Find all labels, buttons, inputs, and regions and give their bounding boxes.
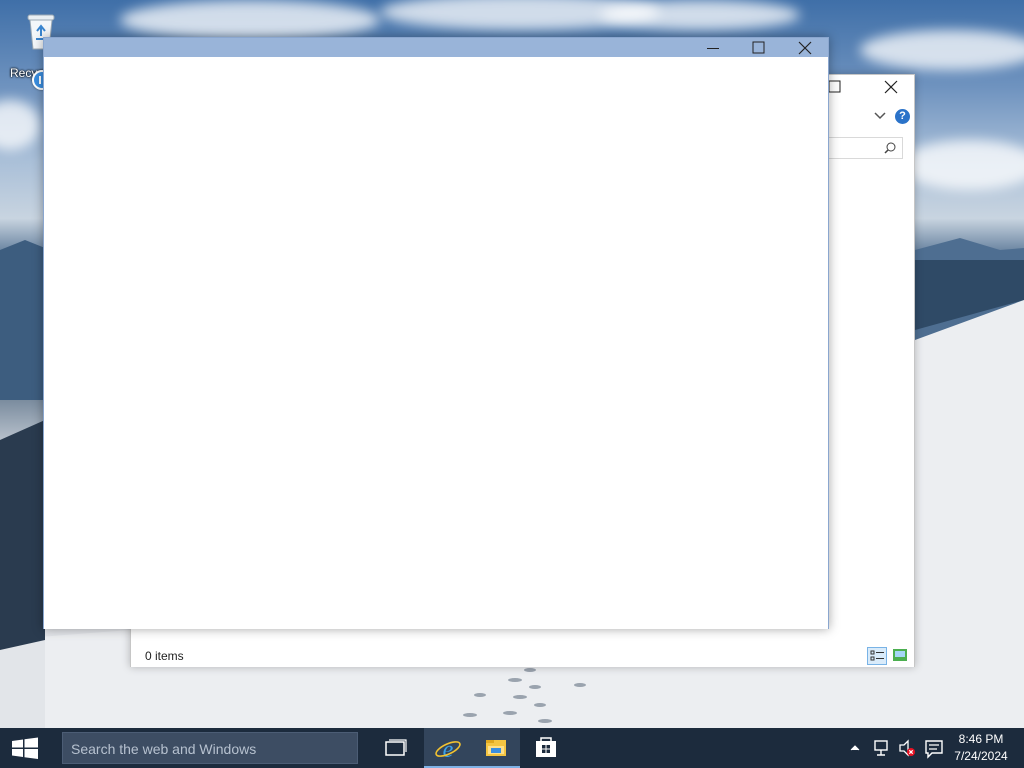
clock[interactable]: 8:46 PM 7/24/2024 xyxy=(948,731,1014,765)
chevron-up-icon xyxy=(850,745,860,751)
maximize-icon xyxy=(752,41,765,54)
footprints xyxy=(463,668,586,723)
action-center-icon xyxy=(925,740,943,759)
search-icon xyxy=(884,142,896,154)
help-icon[interactable]: ? xyxy=(895,109,910,124)
minimize-icon xyxy=(707,48,719,49)
search-placeholder: Search the web and Windows xyxy=(71,741,257,757)
chevron-down-icon[interactable] xyxy=(873,109,887,123)
explorer-close-button[interactable] xyxy=(869,75,913,99)
large-icons-view-button[interactable] xyxy=(893,649,907,661)
cloud xyxy=(120,0,380,40)
clock-time: 8:46 PM xyxy=(958,732,1004,746)
volume-button[interactable] xyxy=(896,728,920,768)
details-view-button[interactable] xyxy=(867,647,887,665)
cloud xyxy=(0,100,40,150)
cloud xyxy=(860,30,1024,70)
internet-explorer-button[interactable]: e xyxy=(424,728,472,768)
start-button[interactable] xyxy=(0,728,50,768)
close-icon xyxy=(884,80,898,94)
blank-application-window[interactable] xyxy=(43,37,829,629)
store-button[interactable] xyxy=(522,728,570,768)
taskbar: Search the web and Windows e 8:46 PM 7/2… xyxy=(0,728,1024,768)
internet-explorer-icon: e xyxy=(435,737,461,763)
task-view-button[interactable] xyxy=(372,728,420,768)
clock-date: 7/24/2024 xyxy=(954,749,1008,763)
window-content-area[interactable] xyxy=(44,57,828,629)
file-explorer-icon xyxy=(486,740,506,756)
task-view-icon xyxy=(385,739,407,756)
minimize-button[interactable] xyxy=(690,38,736,57)
explorer-status-bar: 0 items xyxy=(131,645,914,667)
network-button[interactable] xyxy=(870,728,894,768)
maximize-button[interactable] xyxy=(736,38,782,57)
large-icons-view-icon xyxy=(893,649,907,661)
item-count: 0 items xyxy=(145,649,184,663)
window-titlebar[interactable] xyxy=(44,38,828,57)
cloud xyxy=(600,0,800,30)
taskbar-search-input[interactable]: Search the web and Windows xyxy=(62,732,358,764)
network-icon xyxy=(874,740,888,756)
close-icon xyxy=(798,41,812,55)
store-icon xyxy=(536,737,556,757)
action-center-button[interactable] xyxy=(922,728,946,768)
windows-logo-icon xyxy=(12,737,38,759)
close-button[interactable] xyxy=(782,38,828,57)
details-view-icon xyxy=(870,650,884,661)
explorer-search-input[interactable] xyxy=(821,137,903,159)
show-hidden-icons-button[interactable] xyxy=(846,728,864,768)
file-explorer-button[interactable] xyxy=(472,728,520,768)
cloud xyxy=(900,140,1024,190)
volume-muted-icon xyxy=(899,739,915,757)
svg-text:e: e xyxy=(443,737,454,763)
